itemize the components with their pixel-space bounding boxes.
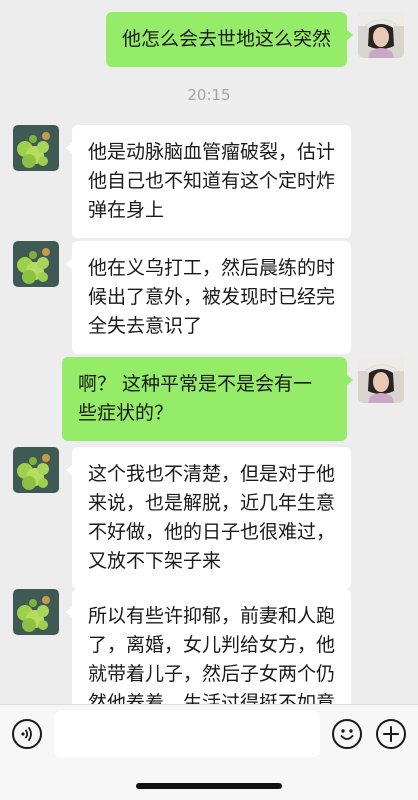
message-bubble-contact[interactable]: 他是动脉脑血管瘤破裂，估计他自己也不知道有这个定时炸弹在身上 [66,125,351,238]
message-text: 他怎么会去世地这么突然 [122,28,332,50]
emoji-icon[interactable] [332,719,362,749]
message-text: 他在义乌打工，然后晨练的时候出了意外，被发现时已经完全失去意识了 [88,257,336,337]
timestamp: 20:15 [187,86,231,104]
message-bubble-contact[interactable]: 这个我也不清楚，但是对于他来说，也是解脱，近几年生意不好做，他的日子也很难过，又… [66,447,351,589]
message-input[interactable] [54,711,320,757]
message-text: 啊？ 这种平常是不是会有一些症状的？ [78,373,313,424]
message-bubble-contact[interactable]: 所以有些许抑郁，前妻和人跑了，离婚，女儿判给女方，他就带着儿子，然后子女两个仍然… [66,589,351,704]
message-bubble-contact[interactable]: 他在义乌打工，然后晨练的时候出了意外，被发现时已经完全失去意识了 [66,241,351,354]
avatar-self[interactable] [358,357,404,403]
avatar-contact[interactable] [13,447,59,493]
chat-area[interactable]: 他怎么会去世地这么突然 20:15 他是动脉脑血管瘤破裂，估计他自己也不知道有这… [0,0,418,704]
plus-icon[interactable] [376,719,406,749]
avatar-self[interactable] [358,12,404,58]
avatar-contact[interactable] [13,241,59,287]
message-bubble-self[interactable]: 他怎么会去世地这么突然 [106,12,353,67]
avatar-contact[interactable] [13,589,59,635]
voice-icon[interactable] [12,719,42,749]
message-text: 这个我也不清楚，但是对于他来说，也是解脱，近几年生意不好做，他的日子也很难过，又… [88,463,336,572]
avatar-contact[interactable] [13,125,59,171]
message-text: 所以有些许抑郁，前妻和人跑了，离婚，女儿判给女方，他就带着儿子，然后子女两个仍然… [88,605,336,704]
home-indicator[interactable] [136,783,282,789]
message-text: 他是动脉脑血管瘤破裂，估计他自己也不知道有这个定时炸弹在身上 [88,141,336,221]
message-bubble-self[interactable]: 啊？ 这种平常是不是会有一些症状的？ [62,357,353,441]
